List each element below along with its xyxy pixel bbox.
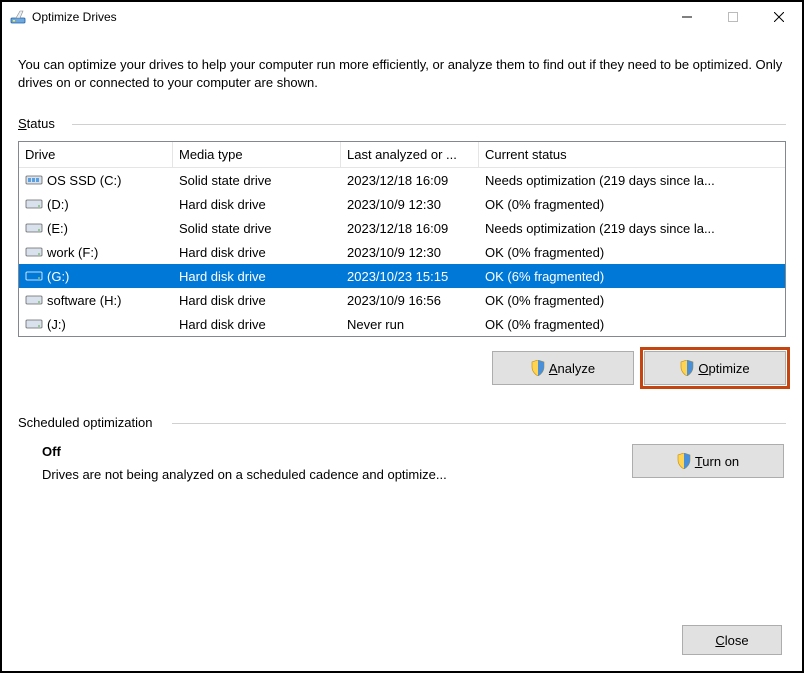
shield-icon <box>677 453 691 469</box>
drive-status: OK (0% fragmented) <box>479 317 785 332</box>
drive-status: OK (0% fragmented) <box>479 197 785 212</box>
drive-icon <box>25 245 43 259</box>
optimize-button[interactable]: Optimize <box>644 351 786 385</box>
close-dialog-button[interactable]: Close <box>682 625 782 655</box>
drive-media: Hard disk drive <box>173 245 341 260</box>
drive-row[interactable]: software (H:) Hard disk drive2023/10/9 16… <box>19 288 785 312</box>
window-title: Optimize Drives <box>32 10 664 24</box>
window-controls <box>664 2 802 32</box>
drive-name: work (F:) <box>47 245 98 260</box>
maximize-button <box>710 2 756 32</box>
drive-status: OK (0% fragmented) <box>479 245 785 260</box>
analyze-button[interactable]: Analyze <box>492 351 634 385</box>
drive-last-analyzed: Never run <box>341 317 479 332</box>
drive-last-analyzed: 2023/10/23 15:15 <box>341 269 479 284</box>
drive-icon <box>25 173 43 187</box>
turn-on-button[interactable]: Turn on <box>632 444 784 478</box>
drive-media: Hard disk drive <box>173 197 341 212</box>
col-header-last[interactable]: Last analyzed or ... <box>341 142 479 167</box>
list-header: Drive Media type Last analyzed or ... Cu… <box>19 142 785 168</box>
drive-media: Hard disk drive <box>173 269 341 284</box>
drive-last-analyzed: 2023/10/9 12:30 <box>341 197 479 212</box>
drive-status: OK (0% fragmented) <box>479 293 785 308</box>
shield-icon <box>680 360 694 376</box>
drive-name: (D:) <box>47 197 69 212</box>
drive-icon <box>25 317 43 331</box>
drive-last-analyzed: 2023/12/18 16:09 <box>341 173 479 188</box>
drive-row[interactable]: (D:) Hard disk drive2023/10/9 12:30OK (0%… <box>19 192 785 216</box>
drive-status: Needs optimization (219 days since la... <box>479 173 785 188</box>
title-bar: Optimize Drives <box>2 2 802 32</box>
scheduled-desc: Drives are not being analyzed on a sched… <box>42 467 632 482</box>
drive-name: (J:) <box>47 317 66 332</box>
close-button[interactable] <box>756 2 802 32</box>
intro-text: You can optimize your drives to help you… <box>18 56 786 92</box>
drive-name: OS SSD (C:) <box>47 173 121 188</box>
app-icon <box>10 9 26 25</box>
col-header-drive[interactable]: Drive <box>19 142 173 167</box>
drive-media: Hard disk drive <box>173 317 341 332</box>
scheduled-state: Off <box>42 444 632 459</box>
drive-name: (G:) <box>47 269 69 284</box>
shield-icon <box>531 360 545 376</box>
drive-media: Solid state drive <box>173 173 341 188</box>
drives-listview[interactable]: Drive Media type Last analyzed or ... Cu… <box>18 141 786 337</box>
col-header-status[interactable]: Current status <box>479 142 785 167</box>
drive-row[interactable]: work (F:) Hard disk drive2023/10/9 12:30O… <box>19 240 785 264</box>
col-header-media[interactable]: Media type <box>173 142 341 167</box>
drive-last-analyzed: 2023/10/9 12:30 <box>341 245 479 260</box>
drive-row[interactable]: OS SSD (C:) Solid state drive2023/12/18 1… <box>19 168 785 192</box>
drive-status: Needs optimization (219 days since la... <box>479 221 785 236</box>
status-section-label: Status <box>18 116 786 131</box>
drive-icon <box>25 293 43 307</box>
drive-icon <box>25 221 43 235</box>
drive-media: Hard disk drive <box>173 293 341 308</box>
drive-last-analyzed: 2023/10/9 16:56 <box>341 293 479 308</box>
drive-status: OK (6% fragmented) <box>479 269 785 284</box>
drive-media: Solid state drive <box>173 221 341 236</box>
drive-name: software (H:) <box>47 293 121 308</box>
drive-icon <box>25 269 43 283</box>
scheduled-section-label: Scheduled optimization <box>18 415 786 430</box>
drive-last-analyzed: 2023/12/18 16:09 <box>341 221 479 236</box>
drive-name: (E:) <box>47 221 68 236</box>
drive-icon <box>25 197 43 211</box>
drive-row[interactable]: (J:) Hard disk driveNever runOK (0% fragm… <box>19 312 785 336</box>
minimize-button[interactable] <box>664 2 710 32</box>
drive-row[interactable]: (G:) Hard disk drive2023/10/23 15:15OK (6… <box>19 264 785 288</box>
drive-row[interactable]: (E:) Solid state drive2023/12/18 16:09Nee… <box>19 216 785 240</box>
